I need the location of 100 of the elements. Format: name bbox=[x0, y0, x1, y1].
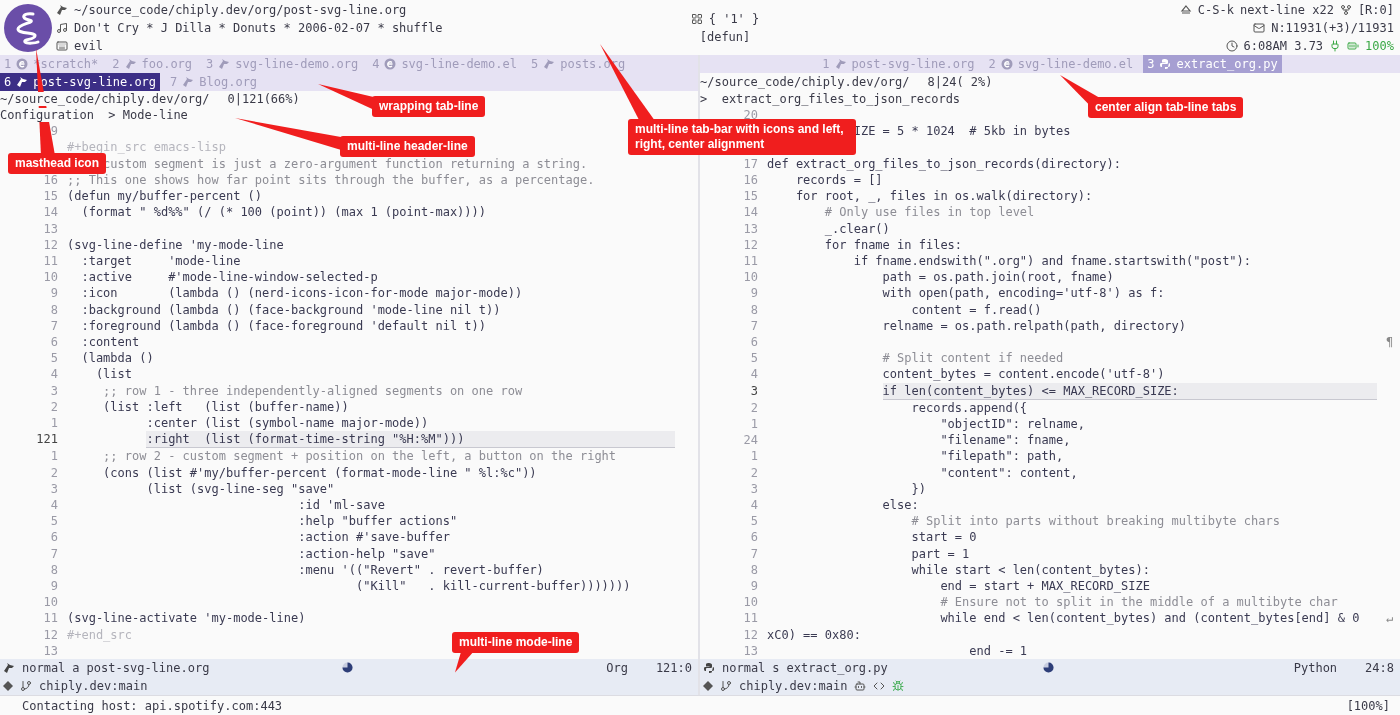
line-number: 10 bbox=[742, 594, 758, 611]
code-line: _.clear() bbox=[824, 220, 890, 237]
line-number: 8 bbox=[49, 561, 58, 578]
major-mode: Org bbox=[606, 661, 628, 675]
code-line: # Ensure not to split in the middle of a multibyte char bbox=[940, 594, 1338, 611]
line-number: 8 bbox=[749, 301, 758, 318]
code-line: "filename": fname, bbox=[940, 432, 1071, 449]
line-number: 2 bbox=[749, 399, 758, 416]
code-line: records.append({ bbox=[911, 399, 1028, 416]
line-number: 9 bbox=[749, 577, 758, 595]
progress-text: [100%] bbox=[1346, 698, 1390, 713]
line-number: 4 bbox=[49, 366, 58, 383]
line-number: 7 bbox=[749, 545, 758, 562]
line-number: 10 bbox=[42, 269, 58, 286]
line-number: 9 bbox=[49, 285, 58, 302]
line-number: 6 bbox=[749, 529, 758, 546]
line-number: 13 bbox=[742, 642, 758, 659]
code-line: content_bytes = content.encode('utf-8') bbox=[882, 366, 1165, 383]
line-number: 5 bbox=[49, 513, 58, 530]
code-line: :target 'mode-line bbox=[81, 252, 241, 270]
robot-icon bbox=[854, 680, 867, 692]
tab[interactable]: 2 foo.org bbox=[108, 55, 197, 73]
path-text: ~/source_code/chiply.dev/org/ bbox=[700, 74, 910, 89]
grid-icon bbox=[690, 12, 703, 25]
code-line: content = f.read() bbox=[911, 301, 1042, 318]
code-line: "content": content, bbox=[940, 464, 1078, 481]
code-line: (lambda () bbox=[81, 350, 154, 367]
status-text: Don't Cry * J Dilla * Donuts * 2006-02-07 * shuffle bbox=[74, 20, 443, 35]
line-number: 11 bbox=[742, 252, 758, 270]
clock-icon bbox=[1225, 39, 1238, 52]
line-number: 6 bbox=[49, 333, 58, 351]
code-line: IZE = 5 * 1024 # 5kb in bytes bbox=[853, 123, 1071, 141]
code-line: def extract_org_files_to_json_records(directory): bbox=[767, 155, 1121, 172]
code-line: while start < len(content_bytes): bbox=[911, 561, 1150, 578]
code-line: xC0) == 0x80: bbox=[767, 626, 861, 643]
code-line: "objectID": relname, bbox=[940, 415, 1085, 433]
code-line: for root, _, files in os.walk(directory): bbox=[795, 188, 1093, 205]
callout-label: multi-line header-line bbox=[340, 136, 475, 157]
code-line: :menu '(("Revert" . revert-buffer) bbox=[298, 561, 544, 578]
line-number: 10 bbox=[742, 269, 758, 286]
echo-message: Contacting host: api.spotify.com:443 bbox=[22, 698, 283, 713]
line-number: 11 bbox=[42, 610, 58, 627]
line-number: 3 bbox=[749, 382, 758, 399]
code-line: :content bbox=[81, 333, 140, 351]
branch-name: chiply.dev:main bbox=[39, 679, 148, 693]
code-line: (cons (list #'my/buffer-percent (format-mode-line " %l:%c")) bbox=[103, 464, 537, 481]
plug-icon bbox=[1329, 39, 1342, 52]
code-line: if fname.endswith(".org") and fname.startswith("post"): bbox=[853, 252, 1252, 270]
status-text: 6:08AM 3.73 bbox=[1243, 38, 1324, 53]
progress-pie-icon bbox=[1043, 662, 1054, 674]
cursor-position: 121:0 bbox=[655, 661, 692, 675]
code-line: records = [] bbox=[795, 171, 883, 189]
code-line: (svg-line-activate 'my-mode-line) bbox=[67, 610, 306, 627]
line-number: 4 bbox=[49, 496, 58, 514]
tab[interactable]: 1 post-svg-line.org bbox=[818, 55, 979, 73]
keyboard-icon bbox=[56, 39, 68, 52]
code-line: for fname in files: bbox=[824, 236, 963, 253]
line-number: 9 bbox=[49, 123, 58, 140]
status-text: ~/source_code/chiply.dev/org/post-svg-line.org bbox=[74, 2, 407, 17]
line-number: 2 bbox=[749, 464, 758, 481]
code-line: while end < len(content_bytes) and (content_bytes[end] & 0 bbox=[940, 610, 1360, 627]
line-number: 1 bbox=[49, 448, 58, 465]
file-type-icon bbox=[124, 58, 137, 70]
tab[interactable]: 3 svg-line-demo.org bbox=[202, 55, 363, 73]
status-text: [defun] bbox=[699, 29, 751, 44]
line-number: 1 bbox=[49, 414, 58, 432]
tab[interactable]: 2 svg-line-demo.el bbox=[984, 55, 1138, 73]
line-number: 5 bbox=[749, 513, 758, 530]
breadcrumb-text: > extract_org_files_to_json_records bbox=[700, 91, 961, 106]
callout-label: center align tab-line tabs bbox=[1088, 97, 1244, 118]
tab[interactable]: 7 Blog.org bbox=[166, 73, 262, 91]
position-text: 0|121(66%) bbox=[227, 92, 300, 107]
code-line: :help "buffer actions" bbox=[298, 513, 458, 530]
code-line: :icon (lambda () (nerd-icons-icon-for-mode major-mode)) bbox=[81, 285, 523, 302]
branch-name: chiply.dev:main bbox=[739, 679, 848, 693]
line-number: 13 bbox=[42, 642, 58, 659]
code-line: ;; row 1 - three independently-aligned segments on one row bbox=[103, 382, 523, 399]
status-text: evil bbox=[74, 38, 103, 53]
line-number: 7 bbox=[749, 317, 758, 334]
line-number: 2 bbox=[49, 398, 58, 415]
tab[interactable]: 3 extract_org.py bbox=[1143, 55, 1282, 73]
tab[interactable]: 4 svg-line-demo.el bbox=[368, 55, 521, 73]
evil-state: normal bbox=[722, 661, 766, 675]
buffer-name: post-svg-line.org bbox=[86, 661, 210, 675]
battery-icon bbox=[1347, 39, 1360, 52]
file-type-icon bbox=[218, 58, 231, 70]
fork-icon bbox=[1339, 3, 1352, 16]
cursor-position: 24:8 bbox=[1365, 661, 1394, 675]
code-icon bbox=[873, 680, 886, 692]
breadcrumb-text: Configuration > Mode-line bbox=[0, 108, 188, 123]
modified-flag-text: a bbox=[72, 661, 80, 675]
line-number: 12 bbox=[42, 236, 58, 253]
code-line: ;; row 2 - custom segment + position on the left, a button on the right bbox=[103, 448, 617, 465]
code-line: :active #'mode-line-window-selected-p bbox=[81, 269, 378, 286]
progress-pie-icon bbox=[342, 662, 353, 674]
file-type-icon bbox=[3, 662, 15, 674]
line-number: 13 bbox=[742, 220, 758, 237]
code-line: :foreground (lambda () (face-foreground 'default nil t)) bbox=[81, 317, 486, 334]
line-number: 12 bbox=[742, 626, 758, 643]
code-line: }) bbox=[911, 480, 926, 497]
